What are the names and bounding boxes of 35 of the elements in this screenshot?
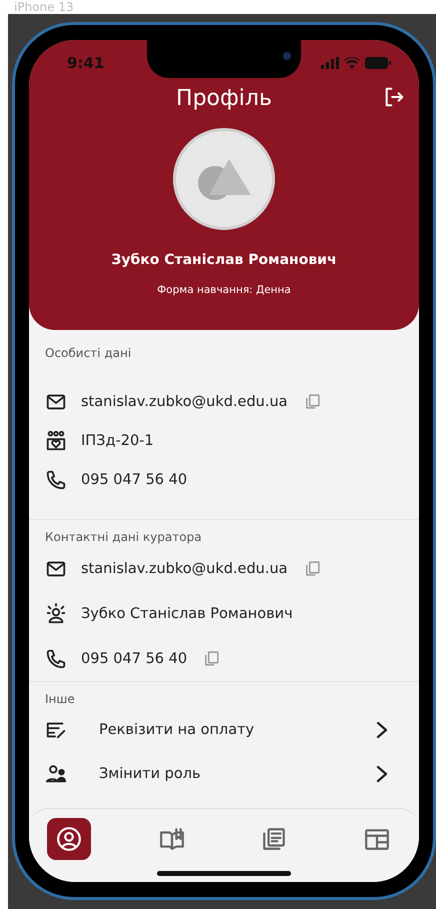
menu-item[interactable]: Змінити роль	[45, 752, 403, 796]
person-icon	[45, 602, 67, 624]
signal-icon	[321, 57, 339, 69]
device-label: iPhone 13	[14, 0, 74, 14]
section-title: Інше	[45, 691, 76, 708]
info-text: stanislav.zubko@ukd.edu.ua	[81, 394, 288, 410]
chevron-icon	[375, 764, 389, 784]
profile-icon	[56, 826, 82, 852]
phone-icon	[45, 648, 67, 670]
study-form: Форма навчання: Денна	[157, 284, 291, 296]
copy-button[interactable]	[304, 393, 321, 410]
section-title: Контактні дані куратора	[45, 529, 203, 546]
group-icon	[45, 430, 67, 452]
info-text: 095 047 56 40	[81, 650, 188, 666]
book-icon	[158, 826, 185, 852]
battery-icon	[365, 57, 391, 69]
wifi-icon	[344, 57, 360, 69]
menu-item[interactable]: Реквізити на оплату	[45, 708, 403, 752]
student-name: Зубко Станіслав Романович	[111, 252, 337, 268]
phone-icon	[45, 468, 67, 490]
nav-tab[interactable]	[47, 818, 91, 860]
info-text: 095 047 56 40	[81, 472, 188, 488]
avatar-icon	[195, 157, 253, 201]
page-title: Профіль	[176, 86, 272, 110]
info-text: stanislav.zubko@ukd.edu.ua	[81, 560, 288, 576]
people-icon	[45, 763, 67, 785]
info-text: ІПЗд-20-1	[81, 432, 154, 448]
logout-button[interactable]	[383, 86, 405, 108]
status-time: 9:41	[67, 54, 104, 72]
section-title: Особисті дані	[45, 345, 132, 362]
document-list-icon	[261, 826, 288, 852]
info-text: Зубко Станіслав Романович	[81, 606, 293, 622]
copy-button[interactable]	[203, 650, 220, 667]
chevron-icon	[375, 720, 389, 740]
copy-button[interactable]	[304, 560, 321, 577]
